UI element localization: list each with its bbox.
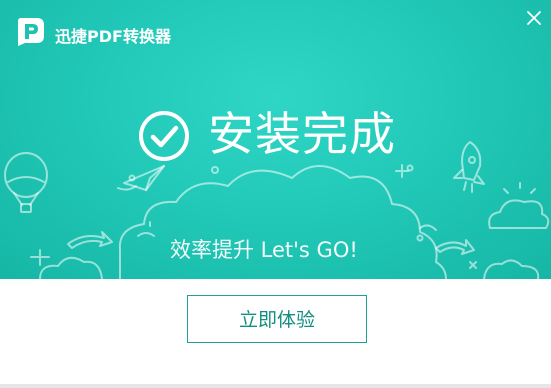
hero-banner: 迅捷PDF转换器 安装完成 效率提升 Let's GO! (0, 0, 551, 279)
small-cloud-icon (488, 182, 550, 229)
slogan-text: 效率提升 Let's GO! (170, 238, 358, 262)
close-icon[interactable] (523, 7, 545, 29)
hot-air-balloon-icon (4, 152, 48, 213)
paper-plane-icon (117, 165, 165, 191)
rocket-icon (453, 141, 485, 193)
app-title: 迅捷PDF转换器 (55, 27, 171, 46)
check-circle-icon (139, 111, 189, 161)
title-bar: 迅捷PDF转换器 (0, 0, 551, 46)
pdf-logo-icon (18, 18, 44, 46)
try-now-button[interactable]: 立即体验 (187, 295, 367, 343)
installer-window: 迅捷PDF转换器 安装完成 效率提升 Let's GO! 立即体验 (0, 0, 551, 388)
bottom-border (0, 384, 551, 388)
install-complete-title: 安装完成 (208, 107, 396, 161)
